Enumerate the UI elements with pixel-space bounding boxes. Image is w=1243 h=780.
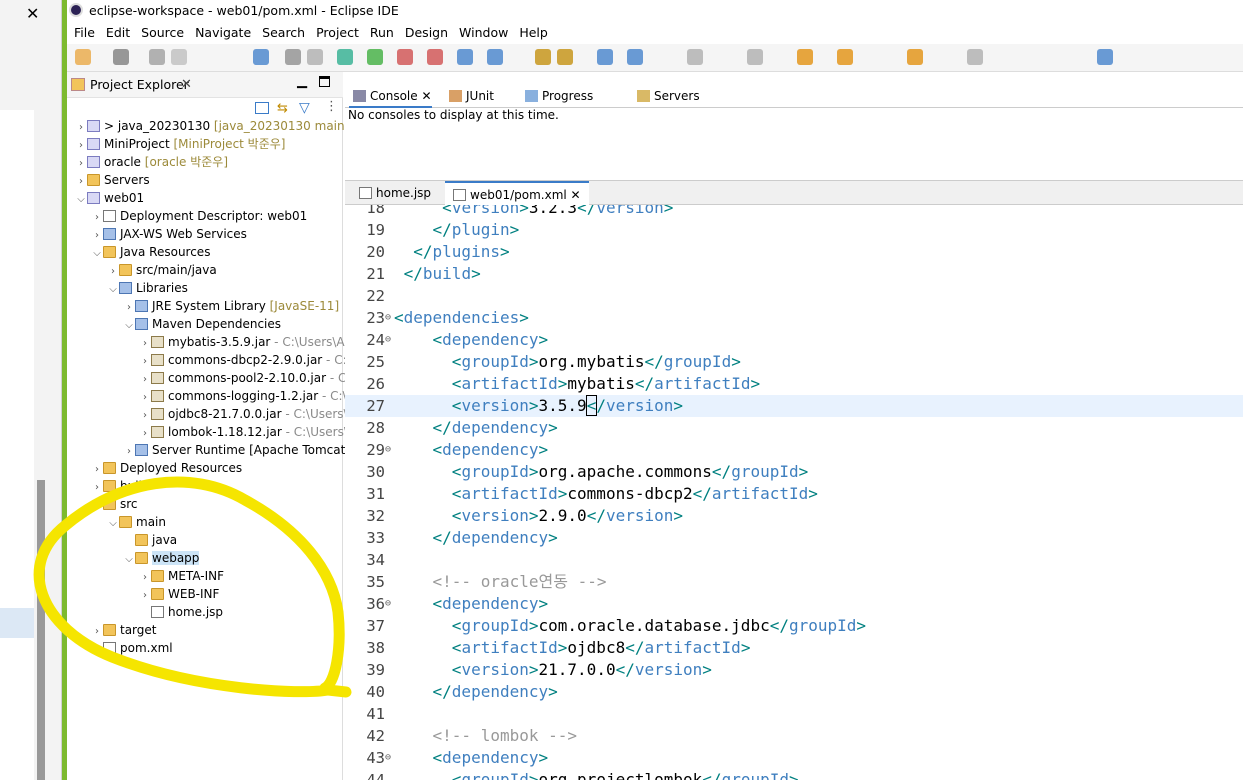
screen: ✕ eclipse-workspace - web01/pom.xml - Ec… <box>0 0 1243 780</box>
yellow-highlight-annotation <box>33 476 352 698</box>
highlight-stroke <box>33 476 352 698</box>
